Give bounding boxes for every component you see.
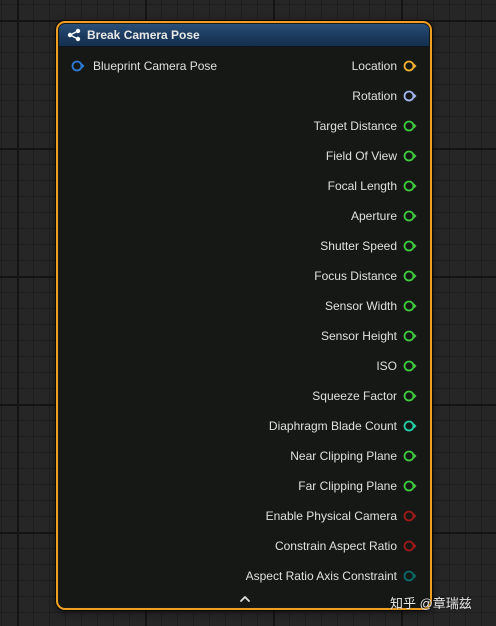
output-pin-label: Sensor Width	[324, 299, 397, 313]
output-pin-label: Aperture	[350, 209, 397, 223]
output-pin-label: Sensor Height	[320, 329, 397, 343]
output-pin-icon[interactable]	[403, 540, 417, 552]
output-pin-icon[interactable]	[403, 570, 417, 582]
break-camera-pose-node[interactable]: Break Camera Pose Blueprint Camera Pose …	[56, 21, 432, 610]
output-pin-icon[interactable]	[403, 480, 417, 492]
output-pin-label: Shutter Speed	[320, 239, 397, 253]
output-pin-icon[interactable]	[403, 180, 417, 192]
output-pin-icon[interactable]	[403, 510, 417, 522]
output-pin-label: Focus Distance	[314, 269, 397, 283]
node-title: Break Camera Pose	[87, 28, 200, 42]
output-pin-label: Squeeze Factor	[312, 389, 397, 403]
output-pin-icon[interactable]	[403, 90, 417, 102]
output-pin-icon[interactable]	[403, 420, 417, 432]
output-pin-icon[interactable]	[403, 210, 417, 222]
output-pin-label: Field Of View	[325, 149, 397, 163]
output-pin-icon[interactable]	[403, 300, 417, 312]
output-pin-icon[interactable]	[403, 240, 417, 252]
node-body: Break Camera Pose Blueprint Camera Pose …	[59, 24, 429, 607]
struct-pin-icon[interactable]	[71, 60, 85, 72]
output-pin-label: Aspect Ratio Axis Constraint	[245, 569, 397, 583]
output-pin-icon[interactable]	[403, 270, 417, 282]
output-pin-label: Target Distance	[313, 119, 397, 133]
watermark-text: 知乎 @章瑞兹	[390, 596, 472, 611]
output-pin-label: Location	[351, 59, 397, 73]
output-pin-icon[interactable]	[403, 450, 417, 462]
output-pin-icon[interactable]	[403, 330, 417, 342]
output-pin-icon[interactable]	[403, 60, 417, 72]
output-pin-label: Rotation	[352, 89, 397, 103]
output-pin-label: Diaphragm Blade Count	[268, 419, 397, 433]
chevron-up-icon[interactable]	[239, 594, 251, 604]
output-pin-label: Constrain Aspect Ratio	[274, 539, 397, 553]
output-pin-icon[interactable]	[403, 390, 417, 402]
output-pin-label: Near Clipping Plane	[290, 449, 397, 463]
output-pin-icon[interactable]	[403, 150, 417, 162]
output-pin-label: ISO	[376, 359, 397, 373]
output-pin-label: Enable Physical Camera	[265, 509, 397, 523]
output-pin-icon[interactable]	[403, 120, 417, 132]
node-header[interactable]: Break Camera Pose	[59, 24, 429, 47]
output-pin-icon[interactable]	[403, 360, 417, 372]
output-pin-label: Focal Length	[327, 179, 397, 193]
output-pin-label: Far Clipping Plane	[298, 479, 397, 493]
input-pin-label: Blueprint Camera Pose	[93, 59, 218, 73]
function-node-icon	[67, 28, 81, 42]
